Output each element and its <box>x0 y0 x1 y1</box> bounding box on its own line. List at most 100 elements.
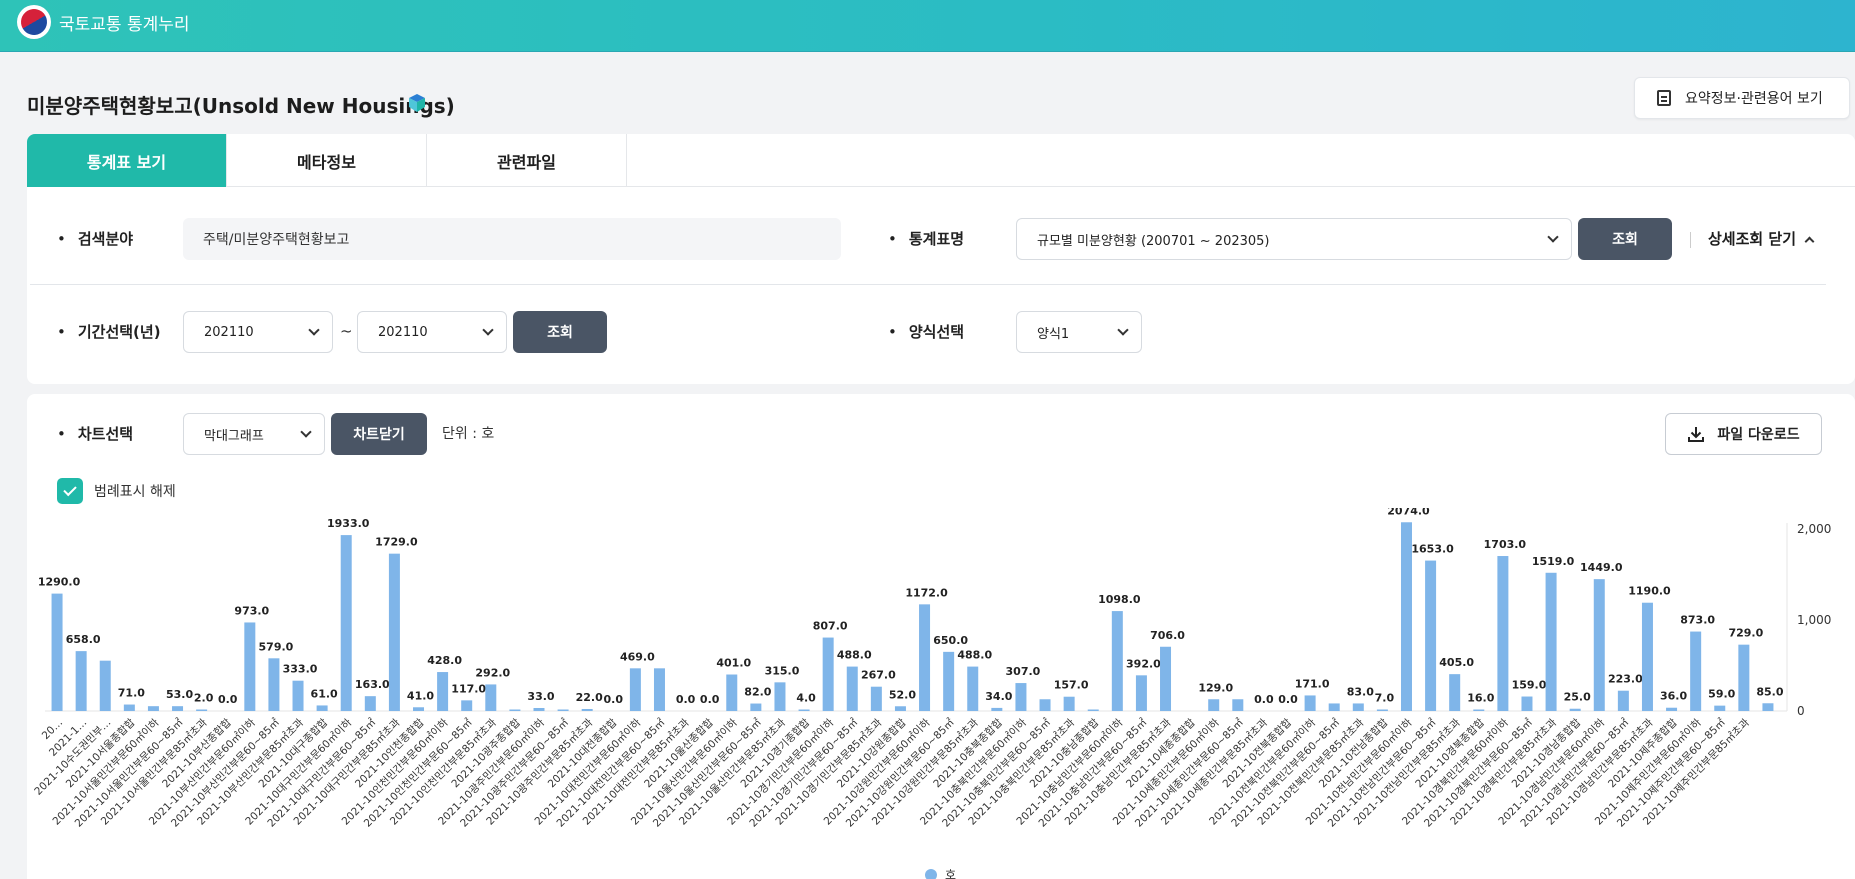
data-label-35: 52.0 <box>889 688 916 701</box>
data-label-9: 579.0 <box>259 640 294 653</box>
data-label-24: 469.0 <box>620 650 655 663</box>
bar-18 <box>485 684 497 711</box>
legend-label: 호 <box>945 868 957 879</box>
bar-30 <box>774 682 786 711</box>
bar-12 <box>340 535 352 711</box>
legend-marker <box>925 868 937 879</box>
bar-13 <box>364 696 376 711</box>
bar-40 <box>1015 683 1027 711</box>
data-label-12: 1933.0 <box>327 517 370 530</box>
bar-5 <box>172 706 184 711</box>
file-download-button[interactable]: 파일 다운로드 <box>1665 413 1822 455</box>
chevron-down-icon <box>1547 231 1559 243</box>
table-name-select[interactable]: 규모별 미분양현황 (200701 ~ 202305) <box>1016 218 1572 260</box>
bar-55 <box>1376 709 1388 711</box>
bar-59 <box>1473 709 1485 711</box>
bar-16 <box>437 672 449 711</box>
data-label-60: 1703.0 <box>1484 538 1527 551</box>
data-label-51: 0.0 <box>1278 693 1298 706</box>
bar-21 <box>557 709 569 711</box>
data-label-1: 658.0 <box>66 633 101 646</box>
table-name-label: 통계표명 <box>888 228 964 249</box>
bar-0 <box>51 593 63 711</box>
bar-54 <box>1352 703 1364 711</box>
bar-60 <box>1497 556 1509 711</box>
data-label-54: 83.0 <box>1347 685 1374 698</box>
data-label-40: 307.0 <box>1006 665 1041 678</box>
data-label-59: 16.0 <box>1467 692 1494 705</box>
bar-6 <box>196 709 208 711</box>
bar-66 <box>1641 602 1653 711</box>
bar-20 <box>533 707 545 711</box>
bar-70 <box>1738 644 1750 711</box>
data-label-38: 488.0 <box>957 649 992 662</box>
data-label-0: 1290.0 <box>38 576 81 589</box>
period-to-value: 202110 <box>378 324 428 340</box>
bar-43 <box>1087 709 1099 711</box>
chevron-down-icon <box>300 426 312 438</box>
chart-close-button[interactable]: 차트닫기 <box>331 413 427 455</box>
bar-56 <box>1400 522 1412 711</box>
bar-69 <box>1714 705 1726 711</box>
data-label-13: 163.0 <box>355 678 390 691</box>
tab-table-view[interactable]: 통계표 보기 <box>27 134 227 187</box>
period-to-select[interactable]: 202110 <box>357 311 507 353</box>
bar-63 <box>1569 708 1581 711</box>
search-field-label: 검색분야 <box>57 228 133 249</box>
data-label-20: 33.0 <box>527 690 554 703</box>
data-label-70: 729.0 <box>1728 627 1763 640</box>
format-select[interactable]: 양식1 <box>1016 311 1142 353</box>
data-label-8: 973.0 <box>234 604 269 617</box>
bar-61 <box>1521 696 1533 711</box>
search-field-value: 주택/미분양주택현황보고 <box>183 218 841 260</box>
data-label-65: 223.0 <box>1608 673 1643 686</box>
summary-glossary-button[interactable]: 요약정보·관련용어 보기 <box>1634 77 1850 119</box>
data-label-16: 428.0 <box>427 654 462 667</box>
unit-label: 단위 : 호 <box>442 426 495 442</box>
y-tick-label: 1,000 <box>1797 613 1831 627</box>
chart-select-label: 차트선택 <box>57 423 133 444</box>
data-label-66: 1190.0 <box>1628 585 1671 598</box>
bar-71 <box>1762 703 1774 711</box>
data-label-10: 333.0 <box>283 663 318 676</box>
bar-39 <box>991 707 1003 711</box>
chart-type-value: 막대그래프 <box>204 428 264 444</box>
bar-38 <box>967 666 979 711</box>
detail-toggle-button[interactable]: 상세조회 닫기 <box>1708 228 1815 249</box>
data-label-11: 61.0 <box>311 687 338 700</box>
data-label-39: 34.0 <box>985 690 1012 703</box>
y-tick-label: 0 <box>1797 704 1805 718</box>
site-title[interactable]: 국토교통 통계누리 <box>59 10 190 35</box>
table-name-value: 규모별 미분양현황 (200701 ~ 202305) <box>1037 233 1270 249</box>
data-label-37: 650.0 <box>933 634 968 647</box>
data-label-44: 1098.0 <box>1098 593 1141 606</box>
bar-67 <box>1666 707 1678 711</box>
bar-1 <box>75 651 87 711</box>
bar-17 <box>461 700 473 711</box>
bar-64 <box>1593 579 1605 711</box>
bar-28 <box>726 674 738 711</box>
data-label-28: 401.0 <box>716 657 751 670</box>
data-label-26: 0.0 <box>676 693 696 706</box>
bar-15 <box>413 707 425 711</box>
data-label-62: 1519.0 <box>1532 555 1575 568</box>
chart-legend-item[interactable]: 호 <box>925 866 956 879</box>
tab-metadata[interactable]: 메타정보 <box>227 134 427 187</box>
format-label: 양식선택 <box>888 321 964 342</box>
period-query-button[interactable]: 조회 <box>513 311 607 353</box>
legend-toggle-checkbox[interactable] <box>57 478 83 504</box>
data-label-17: 117.0 <box>451 682 486 695</box>
chart-type-select[interactable]: 막대그래프 <box>183 413 325 455</box>
data-label-33: 488.0 <box>837 649 872 662</box>
table-query-button[interactable]: 조회 <box>1578 218 1672 260</box>
data-label-36: 1172.0 <box>905 586 948 599</box>
data-label-18: 292.0 <box>475 666 510 679</box>
data-label-30: 315.0 <box>765 664 800 677</box>
bar-25 <box>653 668 665 711</box>
tab-bar: 통계표 보기 메타정보 관련파일 <box>27 134 1855 187</box>
detail-toggle-label: 상세조회 닫기 <box>1708 230 1797 248</box>
period-from-select[interactable]: 202110 <box>183 311 333 353</box>
data-label-61: 159.0 <box>1512 679 1547 692</box>
government-logo-icon[interactable] <box>16 4 52 40</box>
tab-related-files[interactable]: 관련파일 <box>427 134 627 187</box>
